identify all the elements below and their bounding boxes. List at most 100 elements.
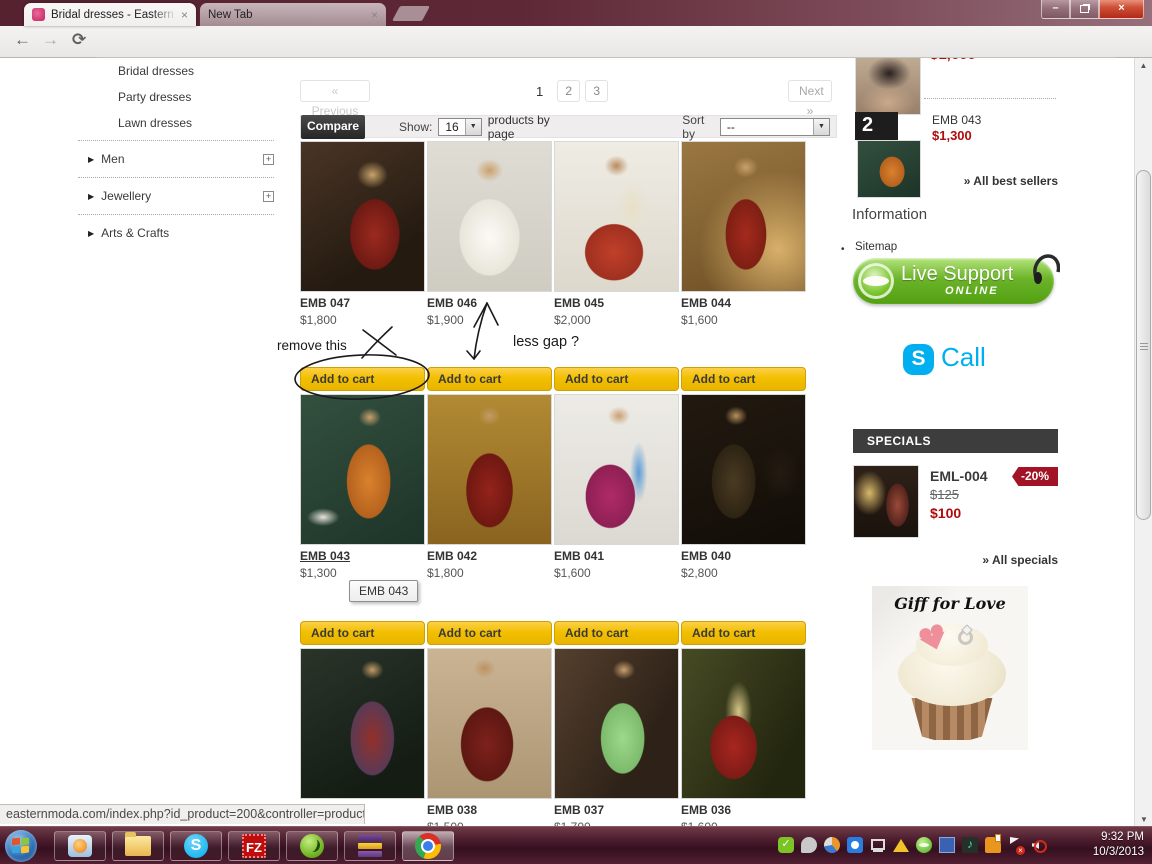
network-icon[interactable] xyxy=(870,837,886,853)
back-icon[interactable]: ← xyxy=(14,30,31,50)
product-code[interactable]: EMB 046 xyxy=(427,296,552,310)
gift-for-love-banner[interactable]: Giff for Love xyxy=(872,586,1028,750)
taskbar-chrome-active[interactable] xyxy=(402,831,454,861)
minimize-button[interactable]: – xyxy=(1041,0,1070,19)
sitemap-link[interactable]: Sitemap xyxy=(855,241,897,253)
restore-button[interactable] xyxy=(1070,0,1099,19)
product-code[interactable]: EMB 041 xyxy=(554,549,679,563)
live-support-badge[interactable]: Live Support ONLINE xyxy=(853,254,1060,304)
taskbar-winrar[interactable] xyxy=(344,831,396,861)
page-2-button[interactable]: 2 xyxy=(557,80,581,102)
scrollbar-thumb[interactable] xyxy=(1136,170,1151,520)
sidebar-item-men[interactable]: ▶ Men + xyxy=(78,145,274,173)
best-seller-thumb-2[interactable] xyxy=(857,140,921,198)
sidebar-item-lawn-dresses[interactable]: Lawn dresses xyxy=(78,110,274,136)
product-image[interactable] xyxy=(300,648,425,799)
special-product-code[interactable]: EML-004 xyxy=(930,468,988,484)
add-to-cart-button[interactable]: Add to cart xyxy=(554,621,679,645)
sort-select[interactable]: -- ▼ xyxy=(719,117,830,136)
sidebar-item-jewellery[interactable]: ▶ Jewellery + xyxy=(78,182,274,210)
product-image-emb043[interactable] xyxy=(300,394,425,545)
chat-bubble-icon[interactable] xyxy=(801,837,817,853)
add-to-cart-button[interactable]: Add to cart xyxy=(681,367,806,391)
chevron-right-icon: ▶ xyxy=(88,154,95,164)
product-image-emb037[interactable] xyxy=(554,648,679,799)
special-product-thumb[interactable] xyxy=(853,465,919,538)
scroll-up-icon[interactable]: ▲ xyxy=(1135,58,1152,73)
compare-button[interactable]: Compare xyxy=(301,115,365,139)
tab-bridal-dresses[interactable]: Bridal dresses - Eastern Mo × xyxy=(24,3,196,26)
green-sphere-icon[interactable] xyxy=(916,837,932,853)
product-code[interactable]: EMB 042 xyxy=(427,549,552,563)
next-page-button[interactable]: Next » xyxy=(788,80,832,118)
start-button[interactable] xyxy=(5,830,37,862)
new-tab-button[interactable] xyxy=(392,6,430,21)
sidebar-item-arts-crafts[interactable]: ▶ Arts & Crafts xyxy=(78,219,274,247)
add-to-cart-button[interactable]: Add to cart xyxy=(554,367,679,391)
orange-lamp-icon[interactable] xyxy=(985,834,1001,853)
add-to-cart-button[interactable]: Add to cart xyxy=(427,367,552,391)
volume-muted-icon[interactable] xyxy=(1031,837,1047,853)
taskbar-filezilla[interactable]: FZ xyxy=(228,831,280,861)
bullet-icon: • xyxy=(841,244,845,255)
product-code[interactable]: EMB 038 xyxy=(427,803,552,817)
forward-icon[interactable]: → xyxy=(42,30,59,50)
refresh-icon[interactable]: ⟳ xyxy=(72,30,86,50)
product-image-emb041[interactable] xyxy=(554,394,679,545)
taskbar-media-player[interactable] xyxy=(54,831,106,861)
product-price: $1,900 xyxy=(427,313,464,327)
best-seller-thumb-1[interactable] xyxy=(855,58,921,115)
product-code[interactable]: EMB 047 xyxy=(300,296,425,310)
taskbar-green-app[interactable] xyxy=(286,831,338,861)
add-to-cart-button[interactable]: Add to cart xyxy=(300,621,425,645)
skype-icon[interactable]: S xyxy=(903,344,934,375)
tab-new-tab[interactable]: New Tab × xyxy=(200,3,386,26)
scrollbar[interactable]: ▲ ▼ xyxy=(1134,58,1152,826)
scroll-down-icon[interactable]: ▼ xyxy=(1135,815,1152,824)
teamviewer-icon[interactable] xyxy=(847,837,863,853)
product-code[interactable]: EMB 040 xyxy=(681,549,806,563)
product-image-emb042[interactable] xyxy=(427,394,552,545)
add-to-cart-button[interactable]: Add to cart xyxy=(427,621,552,645)
tab-close-icon[interactable]: × xyxy=(181,9,188,21)
action-center-flag-icon[interactable] xyxy=(1008,837,1025,855)
all-specials-link[interactable]: » All specials xyxy=(848,553,1058,567)
taskbar-skype[interactable]: S xyxy=(170,831,222,861)
product-image-emb046[interactable] xyxy=(427,141,552,292)
product-code[interactable]: EMB 037 xyxy=(554,803,679,817)
add-to-cart-button[interactable]: Add to cart xyxy=(300,367,425,391)
product-code[interactable]: EMB 044 xyxy=(681,296,806,310)
tray-app-icon[interactable] xyxy=(824,837,840,853)
dropdown-arrow-icon[interactable]: ▼ xyxy=(813,118,829,135)
add-to-cart-button[interactable]: Add to cart xyxy=(681,621,806,645)
all-best-sellers-link[interactable]: » All best sellers xyxy=(848,174,1058,188)
show-select[interactable]: 16 ▼ xyxy=(438,117,482,136)
taskbar-clock[interactable]: 9:32 PM 10/3/2013 xyxy=(1068,830,1144,860)
music-note-icon[interactable]: ♪ xyxy=(962,837,978,853)
antivirus-check-icon[interactable]: ✓ xyxy=(778,837,794,853)
tab-close-icon[interactable]: × xyxy=(371,9,378,21)
skype-call-link[interactable]: Call xyxy=(941,342,986,373)
ring-graphic xyxy=(958,630,973,645)
product-image-emb036[interactable] xyxy=(681,648,806,799)
product-code-hovered[interactable]: EMB 043 xyxy=(300,549,425,563)
previous-page-button[interactable]: « Previous xyxy=(300,80,370,118)
google-drive-icon[interactable] xyxy=(893,838,909,852)
product-image-emb040[interactable] xyxy=(681,394,806,545)
product-image-emb038[interactable] xyxy=(427,648,552,799)
taskbar-explorer[interactable] xyxy=(112,831,164,861)
expand-icon[interactable]: + xyxy=(263,190,274,202)
product-code[interactable]: EMB 036 xyxy=(681,803,806,817)
product-image-emb047[interactable] xyxy=(300,141,425,292)
expand-icon[interactable]: + xyxy=(263,153,274,165)
product-image-emb045[interactable] xyxy=(554,141,679,292)
sidebar-item-party-dresses[interactable]: Party dresses xyxy=(78,84,274,110)
page-3-button[interactable]: 3 xyxy=(585,80,609,102)
product-image-emb044[interactable] xyxy=(681,141,806,292)
best-seller-code[interactable]: EMB 043 xyxy=(932,113,981,127)
dropdown-arrow-icon[interactable]: ▼ xyxy=(464,118,481,135)
sidebar-item-bridal-dresses[interactable]: Bridal dresses xyxy=(78,58,274,84)
product-code[interactable]: EMB 045 xyxy=(554,296,679,310)
blue-box-icon[interactable] xyxy=(939,837,955,853)
close-button[interactable]: × xyxy=(1099,0,1144,19)
